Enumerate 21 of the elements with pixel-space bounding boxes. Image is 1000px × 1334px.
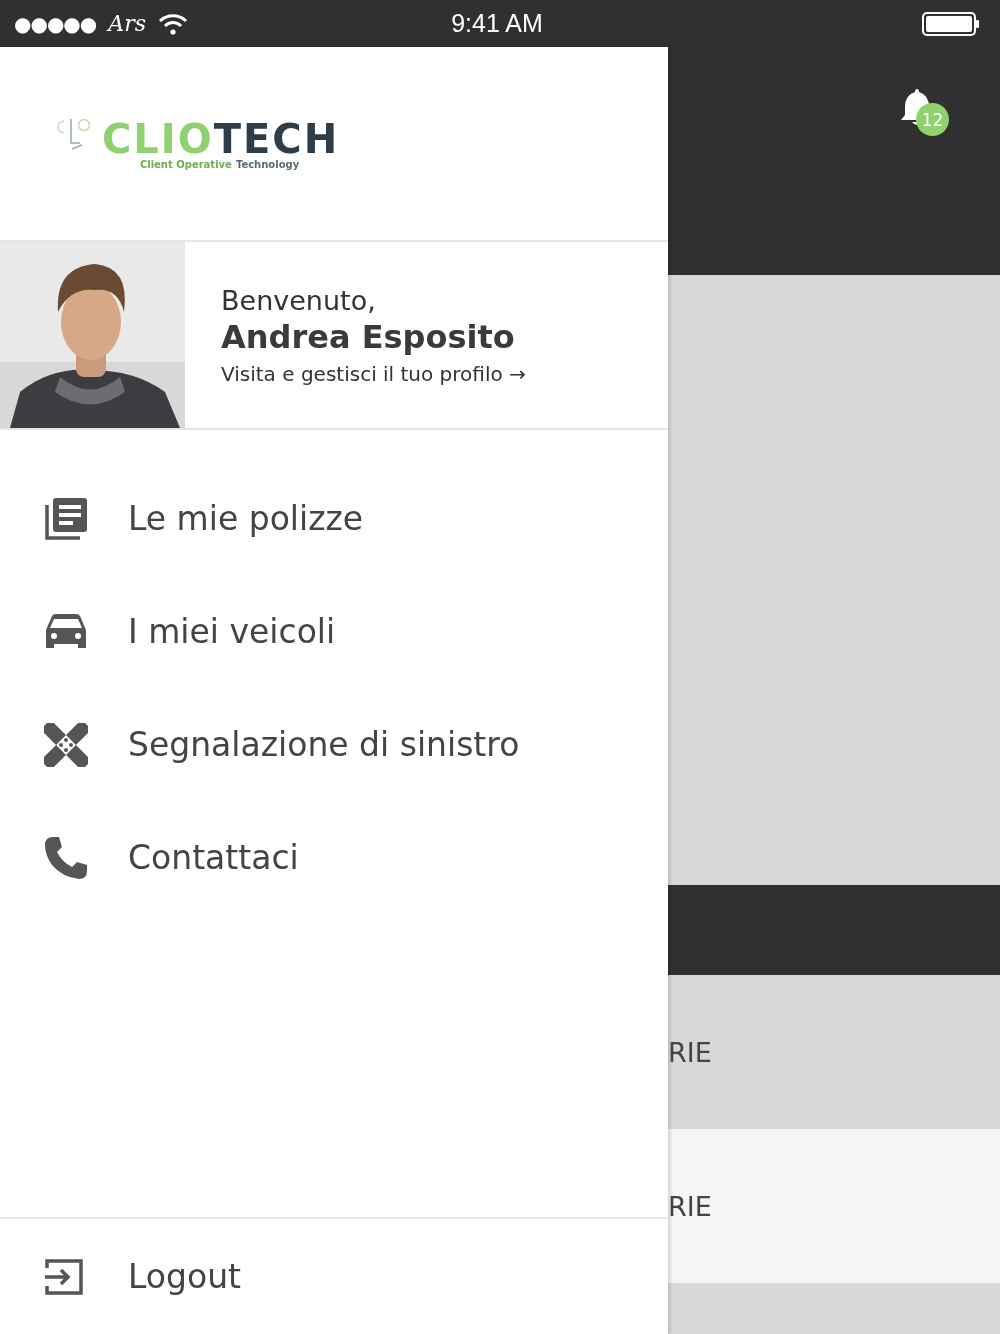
list-row[interactable]: RIE	[668, 1129, 1000, 1283]
user-name: Andrea Esposito	[221, 317, 516, 356]
menu-item[interactable]: Le mie polizze	[0, 462, 668, 575]
menu-item[interactable]: Contattaci	[0, 801, 668, 914]
bandage-icon	[44, 722, 88, 767]
greeting-text: Benvenuto,	[221, 284, 377, 316]
wifi-icon	[157, 12, 188, 35]
profile-link[interactable]: Visita e gestisci il tuo profilo →	[221, 361, 526, 386]
brand-tagline: Client Operative Technology	[139, 159, 300, 170]
documents-icon	[44, 496, 88, 541]
battery-icon	[922, 11, 980, 36]
list-row[interactable]: RIE	[668, 975, 1000, 1129]
signal-dots: ●●●●●	[14, 11, 97, 36]
menu-item[interactable]: Segnalazione di sinistro	[0, 688, 668, 801]
status-time: 9:41 AM	[451, 9, 543, 38]
brand-name: CLIOTECH	[102, 117, 340, 161]
logout-icon	[44, 1257, 84, 1296]
menu-item[interactable]: I miei veicoli	[0, 575, 668, 688]
notification-badge: 12	[916, 103, 949, 136]
phone-icon	[44, 835, 88, 880]
carrier-name: Ars	[108, 11, 146, 36]
